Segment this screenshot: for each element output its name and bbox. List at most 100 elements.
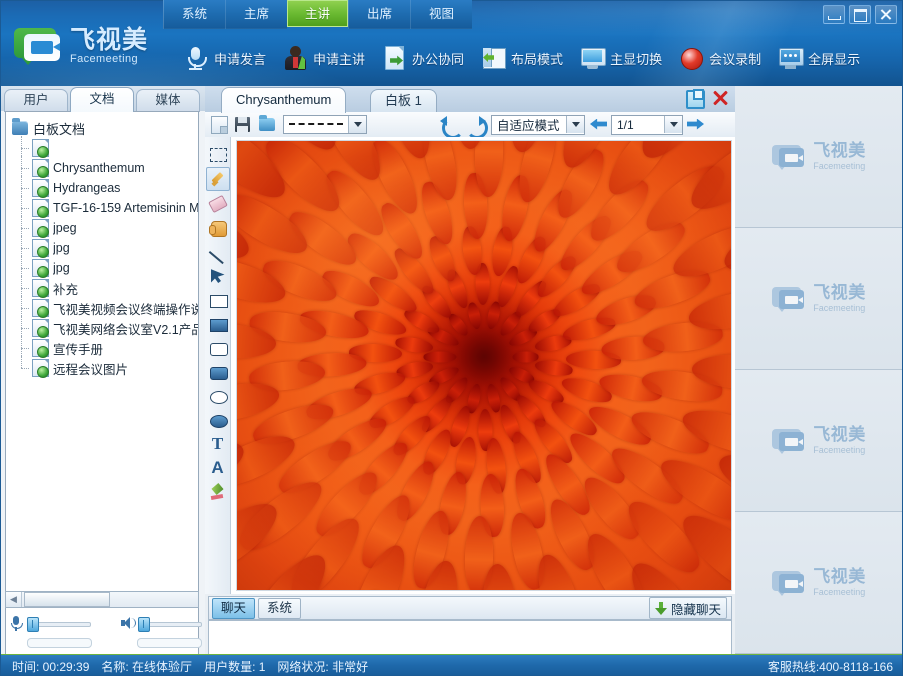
tree-horizontal-scrollbar[interactable]: ◀ ▶ [5,591,199,608]
video-slot[interactable]: 飞视美 Facemeeting [735,512,903,654]
document-tree-container[interactable]: 白板文档 Chrysanthemum Hydrangeas TGF-16-159… [5,111,199,670]
folder-icon [12,121,28,135]
video-slot[interactable]: 飞视美 Facemeeting [735,228,903,370]
close-icon[interactable] [711,89,729,107]
restore-window-icon[interactable] [685,89,703,107]
record-meeting-button[interactable]: 会议录制 [670,38,769,78]
request-present-label: 申请主讲 [313,49,365,68]
menu-item-system[interactable]: 系统 [163,0,225,29]
chat-tab-system[interactable]: 系统 [258,598,301,619]
mic-volume-slider[interactable] [27,616,91,630]
document-share-icon [381,45,407,71]
video-logo-cn: 飞视美 [813,285,866,302]
redo-arrow-icon[interactable] [463,114,487,136]
speaker-level-meter [137,638,202,648]
menu-item-presenter[interactable]: 主讲 [287,0,348,27]
request-present-button[interactable]: 申请主讲 [274,38,373,78]
rounded-rectangle-filled-tool[interactable] [207,361,229,383]
tree-root-whiteboard-docs[interactable]: 白板文档 [12,118,198,138]
chevron-down-icon[interactable] [664,116,682,133]
list-item[interactable]: 飞视美视频会议终端操作说明 [12,298,198,318]
speaker-volume-slider[interactable] [138,616,202,630]
line-tool[interactable] [207,241,229,263]
arrow-tool[interactable] [207,265,229,287]
list-item[interactable]: TGF-16-159 Artemisinin Ma [12,198,198,218]
video-camera-bubble-logo-icon [772,143,808,170]
document-globe-icon [32,199,49,217]
close-icon[interactable] [875,5,897,24]
undo-arrow-icon[interactable] [439,114,463,136]
ellipse-filled-tool[interactable] [207,409,229,431]
tab-media[interactable]: 媒体 [136,89,200,112]
menu-item-view[interactable]: 视图 [410,0,472,29]
doc-tab-chrysanthemum[interactable]: Chrysanthemum [221,87,346,113]
pencil-tool[interactable] [206,167,230,191]
chevron-down-icon[interactable] [566,116,584,133]
eraser-tool[interactable] [207,193,229,215]
status-user-count: 用户数量: 1 [204,658,265,675]
tab-users[interactable]: 用户 [4,89,68,112]
tab-documents[interactable]: 文档 [70,87,134,112]
speaker-icon[interactable] [119,615,135,631]
scrollbar-thumb[interactable] [24,592,110,607]
tree-root-label: 白板文档 [33,119,85,138]
layout-mode-button[interactable]: 布局模式 [472,38,571,78]
maximize-icon[interactable] [849,5,871,24]
video-logo-en: Facemeeting [813,162,866,171]
list-item[interactable]: jpg [12,258,198,278]
hand-tool[interactable] [207,217,229,239]
list-item[interactable] [12,138,198,158]
list-item[interactable]: 远程会议图片 [12,358,198,378]
chat-tab-chat[interactable]: 聊天 [212,598,255,619]
request-speak-button[interactable]: 申请发言 [175,38,274,78]
scroll-left-arrow-icon[interactable]: ◀ [6,592,22,607]
minimize-icon[interactable] [823,5,845,24]
rectangle-outline-tool[interactable] [207,289,229,311]
list-item[interactable]: 宣传手册 [12,338,198,358]
presenter-person-icon [282,45,308,71]
microphone-icon[interactable] [8,615,24,631]
menu-item-chair[interactable]: 主席 [225,0,287,29]
document-globe-icon [32,179,49,197]
document-panel: Chrysanthemum 白板 1 自适应模式 [205,86,735,654]
list-item-label: Hydrangeas [53,181,120,195]
fit-mode-dropdown[interactable]: 自适应模式 [491,115,585,135]
rounded-rectangle-outline-tool[interactable] [207,337,229,359]
list-item[interactable]: 补充 [12,278,198,298]
list-item[interactable]: 飞视美网络会议室V2.1产品简 [12,318,198,338]
list-item[interactable]: jpg [12,238,198,258]
fullscreen-button[interactable]: 全屏显示 [769,38,868,78]
list-item-label: 宣传手册 [53,339,103,358]
video-slot[interactable]: 飞视美 Facemeeting [735,370,903,512]
list-item[interactable]: jpeg [12,218,198,238]
list-item[interactable]: Hydrangeas [12,178,198,198]
line-style-dropdown[interactable] [283,115,367,134]
main-display-switch-button[interactable]: 主显切换 [571,38,670,78]
doc-tab-whiteboard-1[interactable]: 白板 1 [370,89,437,113]
arrow-left-icon[interactable] [585,114,611,136]
list-item[interactable]: Chrysanthemum [12,158,198,178]
text-A-tool[interactable]: A [207,457,229,479]
arrow-right-icon[interactable] [683,114,709,136]
select-marquee-tool[interactable] [207,143,229,165]
save-disk-icon[interactable] [233,115,253,134]
ellipse-outline-tool[interactable] [207,385,229,407]
hide-chat-button[interactable]: 隐藏聊天 [649,597,727,619]
video-slot[interactable]: 飞视美 Facemeeting [735,86,903,228]
document-globe-icon [32,139,49,157]
chevron-down-icon[interactable] [348,116,366,133]
office-collab-button[interactable]: 办公协同 [373,38,472,78]
document-globe-icon [32,359,49,377]
page-number-dropdown[interactable]: 1/1 [611,115,683,135]
document-globe-icon [32,339,49,357]
text-T-tool[interactable]: T [207,433,229,455]
arrow-down-icon [655,602,667,615]
list-item-label: 远程会议图片 [53,359,128,378]
menu-item-attend[interactable]: 出席 [348,0,410,29]
highlighter-tool[interactable] [207,481,229,503]
rectangle-filled-tool[interactable] [207,313,229,335]
new-document-icon[interactable] [209,115,229,134]
open-folder-icon[interactable] [257,115,277,134]
document-canvas[interactable] [231,137,735,594]
header-toolbar: 申请发言 申请主讲 办公协同 布局模式 [175,36,868,80]
